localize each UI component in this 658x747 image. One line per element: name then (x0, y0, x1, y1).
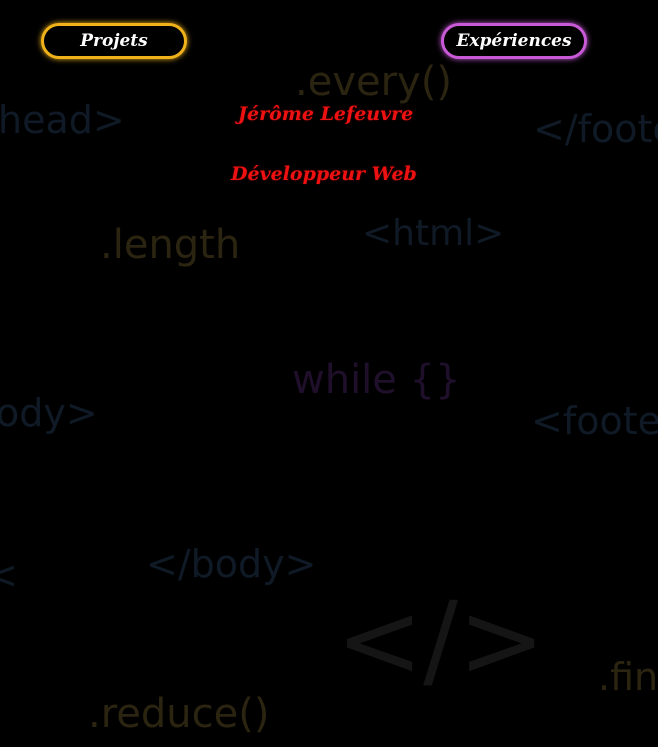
author-name: Jérôme Lefeuvre (238, 103, 414, 125)
author-role: Développeur Web (231, 163, 417, 185)
bg-word-reduce: .reduce() (88, 691, 270, 737)
bg-word-length: .length (100, 222, 241, 268)
portfolio-page: .every() head> </foote .length <html> wh… (0, 0, 658, 747)
bg-word-body: ody> (0, 391, 98, 435)
bg-word-code-symbol: </> (336, 579, 546, 701)
bg-word-footer-close: </foote (533, 107, 658, 151)
bg-word-head: head> (0, 98, 125, 142)
bg-word-footer-open: <foote (531, 399, 658, 443)
bg-word-html: <html> (362, 213, 505, 254)
bg-word-body-close: </body> (146, 542, 317, 586)
bg-word-lt: < (0, 553, 18, 597)
projects-button[interactable]: Projets (41, 23, 187, 59)
experiences-button[interactable]: Expériences (441, 23, 587, 59)
bg-word-find: .fin (598, 655, 658, 699)
bg-word-every: .every() (295, 59, 452, 105)
bg-word-while: while {} (292, 357, 461, 403)
